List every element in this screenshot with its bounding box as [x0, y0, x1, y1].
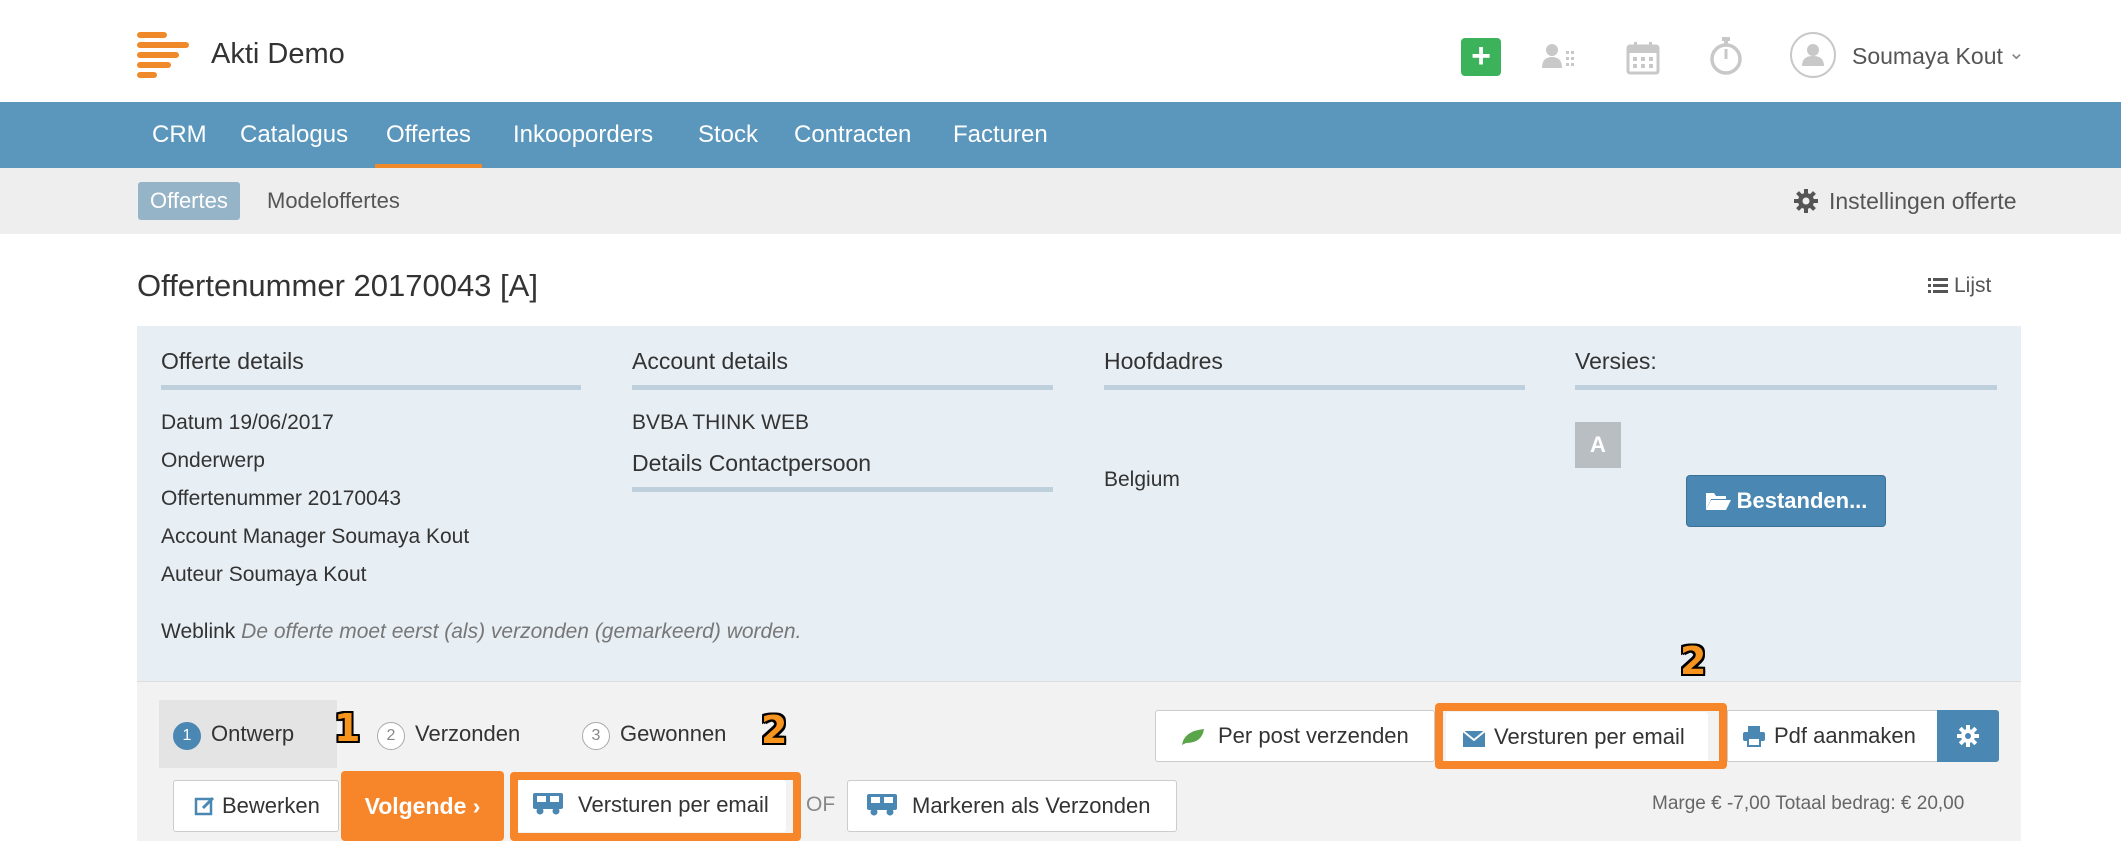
- sub-nav: Offertes Modeloffertes Instellingen offe…: [0, 168, 2121, 234]
- callout-number: 2: [761, 708, 788, 752]
- folder-open-icon: [1705, 479, 1731, 529]
- step-label: Gewonnen: [620, 721, 727, 746]
- printer-icon: [1742, 715, 1766, 765]
- list-link[interactable]: Lijst: [1928, 274, 1991, 298]
- or-text: OF: [806, 793, 836, 816]
- stopwatch-icon[interactable]: [1708, 36, 1748, 75]
- totals-summary: Marge € -7,00 Totaal bedrag: € 20,00: [1652, 793, 1965, 814]
- subnav-item-offertes[interactable]: Offertes: [138, 182, 240, 220]
- main-nav: CRM Catalogus Offertes Inkooporders Stoc…: [0, 102, 2121, 168]
- main-address-column: Hoofdadres Belgium: [1104, 348, 1525, 499]
- mark-as-sent-button[interactable]: Markeren als Verzonden: [847, 780, 1177, 832]
- nav-item-crm[interactable]: CRM: [152, 102, 207, 168]
- versions-title: Versies:: [1575, 348, 1997, 390]
- quote-settings-label: Instellingen offerte: [1829, 188, 2017, 214]
- version-badge-a[interactable]: A: [1575, 422, 1621, 468]
- user-name: Soumaya Kout: [1852, 43, 2003, 69]
- account-details-title: Account details: [632, 348, 1053, 390]
- nav-item-inkooporders[interactable]: Inkooporders: [513, 102, 653, 168]
- step-number: 3: [582, 722, 610, 750]
- step-number: 2: [377, 722, 405, 750]
- detail-line: Datum 19/06/2017: [161, 411, 334, 434]
- nav-item-contracten[interactable]: Contracten: [794, 102, 911, 168]
- weblink-notice: De offerte moet eerst (als) verzonden (g…: [241, 620, 802, 643]
- leaf-icon: [1180, 715, 1206, 765]
- edit-label: Bewerken: [222, 793, 320, 818]
- nav-item-offertes[interactable]: Offertes: [375, 102, 482, 168]
- highlight-frame: [510, 772, 801, 841]
- chevron-down-icon: ⌄: [2008, 42, 2025, 64]
- add-plus-button[interactable]: +: [1461, 38, 1501, 76]
- account-company-link[interactable]: BVBA THINK WEB: [632, 404, 1053, 442]
- nav-item-stock[interactable]: Stock: [698, 102, 758, 168]
- akti-logo[interactable]: [137, 32, 189, 80]
- create-pdf-label: Pdf aanmaken: [1774, 723, 1916, 748]
- versions-column: Versies: A: [1575, 348, 1997, 468]
- edit-icon: [194, 785, 216, 835]
- contact-details-title: Details Contactpersoon: [632, 450, 1053, 492]
- step-ontwerp[interactable]: 1 Ontwerp: [173, 718, 294, 750]
- top-header: Akti Demo + Soumaya Kout ⌄: [0, 0, 2121, 102]
- next-step-button[interactable]: Volgende ›: [341, 771, 504, 841]
- account-details-column: Account details BVBA THINK WEB Details C…: [632, 348, 1053, 492]
- truck-icon: [866, 785, 898, 835]
- detail-line: Offertenummer 20170043: [161, 487, 402, 510]
- step-label: Ontwerp: [211, 721, 295, 746]
- edit-button[interactable]: Bewerken: [173, 780, 339, 832]
- offerte-details-column: Offerte details Datum 19/06/2017 Onderwe…: [161, 348, 581, 594]
- files-button-label: Bestanden...: [1736, 488, 1868, 513]
- nav-item-catalogus[interactable]: Catalogus: [240, 102, 348, 168]
- detail-line: Account Manager Soumaya Kout: [161, 525, 470, 548]
- user-avatar-icon: [1790, 32, 1836, 78]
- list-link-label: Lijst: [1954, 274, 1992, 297]
- mark-as-sent-label: Markeren als Verzonden: [912, 793, 1151, 818]
- subnav-item-modeloffertes[interactable]: Modeloffertes: [267, 182, 400, 220]
- cog-icon: [1957, 725, 1979, 747]
- step-verzonden[interactable]: 2 Verzonden: [377, 718, 520, 750]
- page-title: Offertenummer 20170043 [A]: [137, 268, 538, 303]
- nav-item-facturen[interactable]: Facturen: [953, 102, 1048, 168]
- callout-number: 2: [1680, 639, 1707, 683]
- files-button[interactable]: Bestanden...: [1686, 475, 1886, 527]
- step-gewonnen[interactable]: 3 Gewonnen: [582, 718, 726, 750]
- step-number: 1: [173, 722, 201, 750]
- step-label: Verzonden: [415, 721, 521, 746]
- quote-settings-link[interactable]: Instellingen offerte: [1793, 182, 2017, 220]
- gear-icon: [1793, 187, 1819, 213]
- main-address-title: Hoofdadres: [1104, 348, 1525, 390]
- options-cog-button[interactable]: [1937, 710, 1999, 762]
- weblink: Weblink De offerte moet eerst (als) verz…: [161, 620, 801, 644]
- highlight-frame: [1435, 703, 1727, 769]
- calendar-icon[interactable]: [1625, 40, 1665, 76]
- list-icon: [1928, 275, 1948, 293]
- address-country: Belgium: [1104, 468, 1180, 491]
- create-pdf-button[interactable]: Pdf aanmaken: [1727, 710, 1938, 762]
- detail-line: Onderwerp: [161, 449, 265, 472]
- weblink-label: Weblink: [161, 620, 236, 643]
- app-title[interactable]: Akti Demo: [211, 38, 345, 71]
- contacts-grid-icon[interactable]: [1540, 40, 1580, 76]
- detail-line: Auteur Soumaya Kout: [161, 563, 367, 586]
- send-by-post-label: Per post verzenden: [1218, 723, 1409, 748]
- offerte-details-title: Offerte details: [161, 348, 581, 390]
- send-by-post-button[interactable]: Per post verzenden: [1155, 710, 1435, 762]
- callout-number: 1: [334, 706, 361, 750]
